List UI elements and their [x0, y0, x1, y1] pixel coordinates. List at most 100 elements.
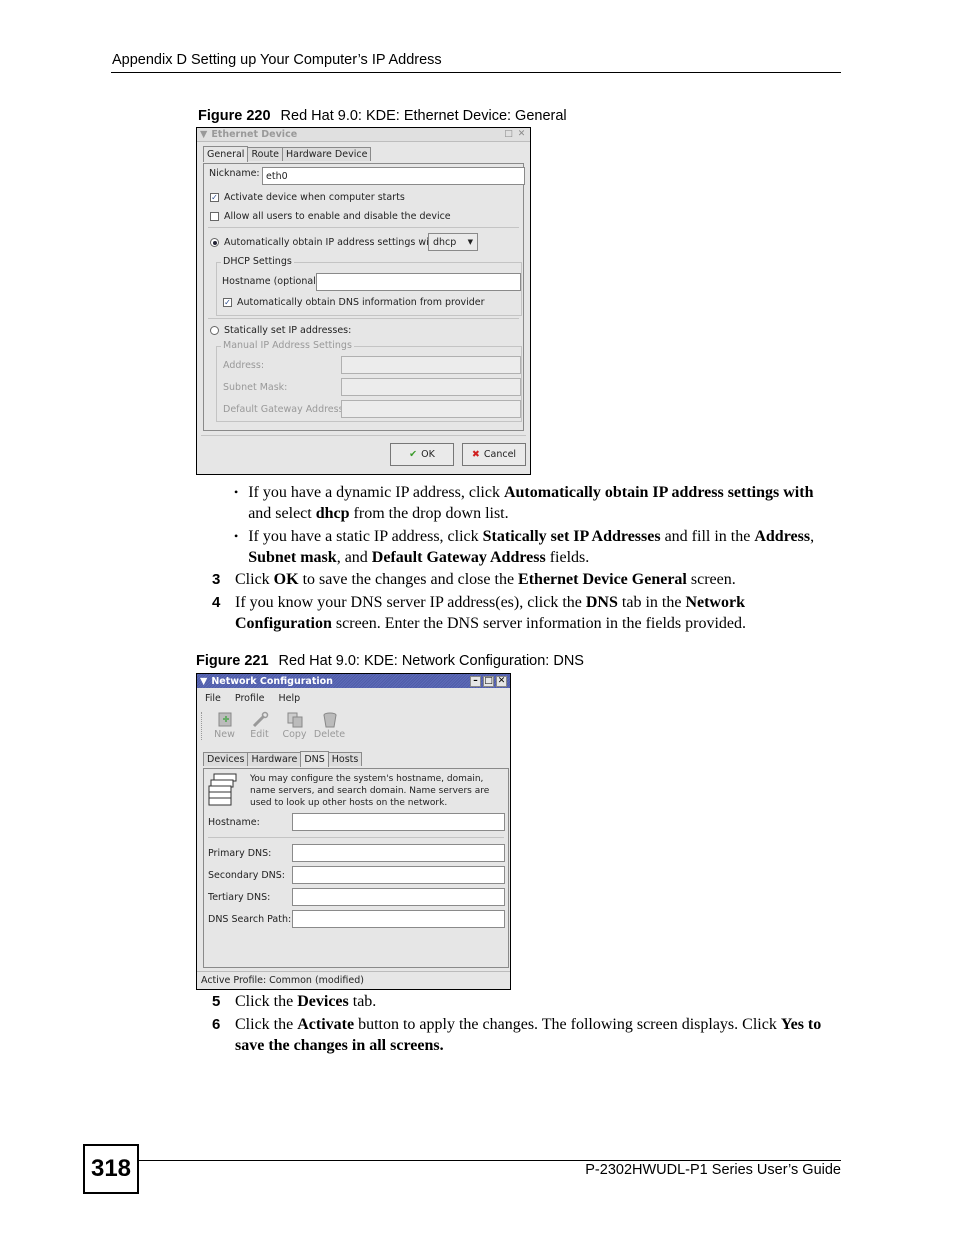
toolbar-handle[interactable]	[201, 712, 206, 740]
auto-dns-option[interactable]: ✓ Automatically obtain DNS information f…	[223, 297, 485, 308]
tab-hardware-device[interactable]: Hardware Device	[282, 147, 372, 161]
tab-general[interactable]: General	[203, 146, 249, 162]
menu-file[interactable]: File	[205, 693, 221, 704]
gateway-label: Default Gateway Address:	[223, 404, 347, 415]
toolbar-edit-button[interactable]: Edit	[242, 711, 277, 740]
tab-hardware[interactable]: Hardware	[247, 752, 302, 766]
menu-help[interactable]: Help	[278, 693, 300, 704]
figure-label: Figure 221	[196, 653, 269, 669]
window-menu-chevron-icon[interactable]: ▼	[200, 676, 207, 687]
allow-users-option[interactable]: Allow all users to enable and disable th…	[210, 211, 451, 222]
window-title: Ethernet Device	[211, 129, 298, 140]
ip-method-value: dhcp	[433, 236, 457, 248]
manual-ip-group: Manual IP Address Settings Address: Subn…	[216, 340, 522, 422]
network-configuration-window: ▼ Network Configuration – □ ✕ File Profi…	[196, 673, 511, 990]
divider	[208, 227, 519, 228]
bullet-list: • If you have a dynamic IP address, clic…	[234, 482, 839, 568]
dns-search-path-field[interactable]	[292, 910, 505, 928]
tab-hosts[interactable]: Hosts	[327, 752, 363, 766]
cancel-button[interactable]: ✖ Cancel	[462, 443, 526, 466]
secondary-dns-label: Secondary DNS:	[208, 870, 285, 881]
divider	[208, 318, 519, 319]
dns-list-icon	[208, 773, 237, 806]
step-item: 6 Click the Activate button to apply the…	[212, 1014, 840, 1056]
tab-bar: General Route Hardware Device	[203, 146, 372, 162]
window-title: Network Configuration	[211, 675, 333, 687]
toolbar-copy-button[interactable]: Copy	[277, 711, 312, 740]
activate-device-option[interactable]: ✓ Activate device when computer starts	[210, 192, 405, 203]
ip-method-select[interactable]: dhcp ▼	[428, 233, 478, 251]
maximize-icon[interactable]: □	[483, 675, 494, 687]
bullet-text: If you have a static IP address, click S…	[248, 528, 815, 566]
bullet-item: • If you have a static IP address, click…	[234, 526, 839, 568]
window-titlebar[interactable]: ▼ Ethernet Device □ ✕	[197, 128, 530, 142]
static-ip-option[interactable]: Statically set IP addresses:	[210, 325, 351, 336]
trash-icon	[323, 712, 336, 728]
auto-ip-option[interactable]: Automatically obtain IP address settings…	[210, 237, 442, 248]
window-titlebar[interactable]: ▼ Network Configuration – □ ✕	[197, 674, 510, 688]
dhcp-hostname-field[interactable]	[316, 273, 521, 291]
tertiary-dns-label: Tertiary DNS:	[208, 892, 271, 903]
tab-route[interactable]: Route	[247, 147, 284, 161]
toolbar-new-button[interactable]: New	[207, 711, 242, 740]
static-ip-radio[interactable]	[210, 326, 219, 335]
new-device-icon	[218, 712, 231, 727]
step-item: 3 Click OK to save the changes and close…	[212, 569, 840, 590]
step-number: 3	[212, 571, 221, 588]
allow-users-checkbox[interactable]	[210, 212, 219, 221]
activate-checkbox[interactable]: ✓	[210, 193, 219, 202]
header-rule	[111, 72, 841, 73]
tab-devices[interactable]: Devices	[203, 752, 249, 766]
window-menu-chevron-icon[interactable]: ▼	[200, 129, 207, 140]
status-bar: Active Profile: Common (modified)	[197, 971, 510, 989]
close-icon[interactable]: ✕	[516, 129, 527, 140]
maximize-icon[interactable]: □	[503, 129, 514, 140]
subnet-mask-field[interactable]	[341, 378, 521, 396]
step-text: Click the Activate button to apply the c…	[235, 1016, 822, 1054]
steps-list: 3 Click OK to save the changes and close…	[212, 569, 840, 634]
auto-ip-radio[interactable]	[210, 238, 219, 247]
dns-search-path-label: DNS Search Path:	[208, 914, 292, 925]
primary-dns-field[interactable]	[292, 844, 505, 862]
figure-caption-text: Red Hat 9.0: KDE: Network Configuration:…	[278, 653, 584, 669]
menu-profile[interactable]: Profile	[235, 693, 265, 704]
allow-users-label: Allow all users to enable and disable th…	[224, 211, 451, 222]
static-ip-label: Statically set IP addresses:	[224, 325, 352, 336]
step-number: 6	[212, 1016, 221, 1033]
step-item: 5 Click the Devices tab.	[212, 991, 840, 1012]
address-field[interactable]	[341, 356, 521, 374]
general-tab-panel: Nickname: ✓ Activate device when compute…	[203, 163, 525, 431]
tertiary-dns-field[interactable]	[292, 888, 505, 906]
step-item: 4 If you know your DNS server IP address…	[212, 592, 840, 634]
secondary-dns-field[interactable]	[292, 866, 505, 884]
nickname-label: Nickname:	[209, 168, 260, 179]
checkmark-icon: ✔	[409, 449, 418, 460]
dns-hostname-field[interactable]	[292, 813, 505, 831]
toolbar: New Edit Copy Delete	[207, 711, 347, 740]
step-text: If you know your DNS server IP address(e…	[235, 594, 747, 632]
ok-button[interactable]: ✔ OK	[390, 443, 454, 466]
auto-dns-label: Automatically obtain DNS information fro…	[237, 297, 485, 308]
gateway-field[interactable]	[341, 400, 521, 418]
auto-dns-checkbox[interactable]: ✓	[223, 298, 232, 307]
page-header: Appendix D Setting up Your Computer’s IP…	[112, 52, 442, 68]
step-text: Click the Devices tab.	[235, 993, 377, 1010]
wrench-icon	[252, 711, 268, 728]
hostname-label: Hostname (optional):	[222, 276, 323, 287]
dhcp-group-title: DHCP Settings	[221, 256, 294, 267]
step-number: 5	[212, 993, 221, 1010]
nickname-field[interactable]	[262, 167, 525, 185]
close-icon[interactable]: ✕	[496, 675, 507, 687]
minimize-icon[interactable]: –	[470, 675, 481, 687]
page-number: 318	[83, 1144, 139, 1194]
figure-220-caption: Figure 220 Red Hat 9.0: KDE: Ethernet Dev…	[198, 108, 567, 124]
tab-dns[interactable]: DNS	[300, 751, 329, 767]
activate-label: Activate device when computer starts	[224, 192, 405, 203]
toolbar-delete-button[interactable]: Delete	[312, 711, 347, 740]
menu-bar: File Profile Help	[205, 693, 300, 704]
dns-hostname-label: Hostname:	[208, 817, 260, 828]
subnet-mask-label: Subnet Mask:	[223, 382, 288, 393]
divider	[201, 435, 526, 436]
copy-icon	[287, 712, 302, 728]
dropdown-arrow-icon: ▼	[467, 238, 473, 246]
